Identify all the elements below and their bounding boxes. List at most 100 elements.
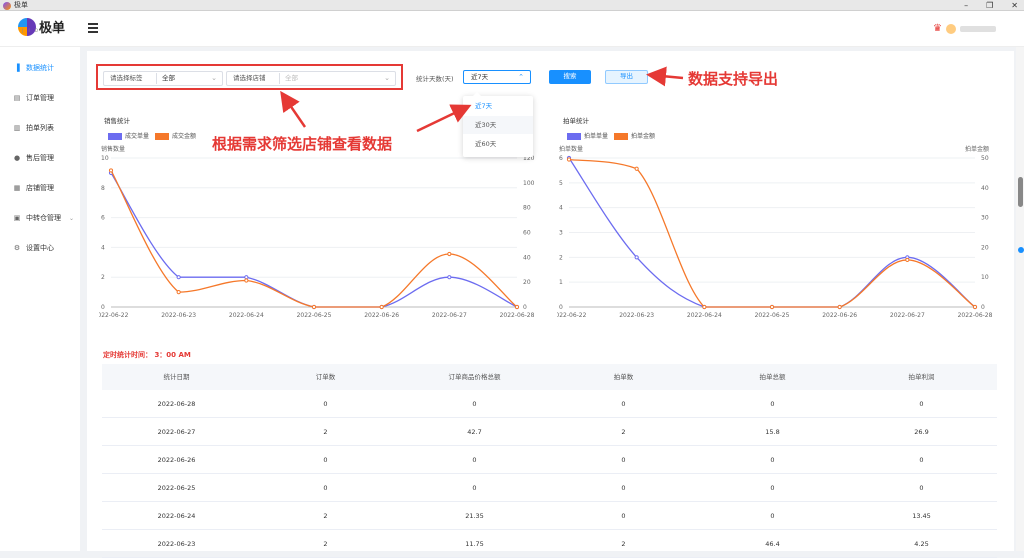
restore-icon[interactable]: ❐ <box>986 0 993 11</box>
table-cell: 2022-06-24 <box>157 512 196 520</box>
legend-item[interactable]: 拍单金额 <box>614 131 655 140</box>
data-point[interactable] <box>311 304 317 310</box>
main-content: 请选择标签 全部 ⌄ 请选择店铺 全部 ⌄ 统计天数(天) 近7天 ⌃ 搜索 导… <box>87 51 1014 558</box>
avatar[interactable] <box>946 23 956 34</box>
data-point[interactable] <box>769 304 775 310</box>
y-tick-label: 10 <box>101 155 109 162</box>
table-row: 2022-06-25 0 0 0 0 0 <box>102 474 997 502</box>
table-cell: 0 <box>323 484 328 492</box>
data-point[interactable] <box>176 275 181 280</box>
list-icon: ▥ <box>13 124 21 132</box>
sidebar-item-shops[interactable]: ▦ 店铺管理 <box>0 173 80 203</box>
table-cell: 0 <box>919 400 924 408</box>
sidebar-item-orders[interactable]: ▤ 订单管理 <box>0 83 80 113</box>
data-point[interactable] <box>566 157 572 162</box>
sales-chart-legend: 成交单量 成交金额 <box>108 131 196 140</box>
x-tick-label: 2022-06-23 <box>619 312 654 319</box>
y-tick-label: 2 <box>559 254 563 261</box>
data-point[interactable] <box>108 168 114 173</box>
y-tick-label: 6 <box>101 215 105 222</box>
y-tick-label: 6 <box>559 155 563 162</box>
y2-tick-label: 50 <box>981 155 989 162</box>
data-point[interactable] <box>634 255 639 260</box>
sidebar-item-settings[interactable]: ⚙ 设置中心 <box>0 233 80 263</box>
data-point[interactable] <box>514 304 520 310</box>
window-titlebar: 极单 – ❐ ✕ <box>0 0 1024 11</box>
close-icon[interactable]: ✕ <box>1011 0 1018 11</box>
data-point[interactable] <box>379 304 384 310</box>
stats-table: 统计日期 订单数 订单商品价格总额 拍单数 拍单总额 拍单利润 2022-06-28 0 0 0… <box>102 364 997 558</box>
arrow-to-export <box>646 66 684 87</box>
data-point[interactable] <box>972 304 978 310</box>
tag-select-label: 请选择标签 <box>110 74 143 82</box>
table-cell: 42.7 <box>467 428 482 436</box>
y-tick-label: 1 <box>559 279 563 286</box>
table-cell: 2 <box>621 540 626 548</box>
y2-tick-label: 40 <box>981 185 989 192</box>
logo-subtext: J I D A N <box>22 28 57 33</box>
table-row: 2022-06-23 2 11.75 2 46.4 4.25 <box>102 530 997 558</box>
sidebar-item-warehouse[interactable]: ▣ 中转仓管理 ⌄ <box>0 203 80 233</box>
scrollbar-thumb[interactable] <box>1018 177 1023 207</box>
page-scrollbar[interactable] <box>1016 47 1024 551</box>
data-point[interactable] <box>244 275 249 280</box>
legend-item[interactable]: 成交金额 <box>155 131 196 140</box>
scroll-knob[interactable] <box>1018 247 1024 253</box>
table-cell: 11.75 <box>465 540 484 548</box>
warehouse-icon: ▣ <box>13 214 21 222</box>
minimize-icon[interactable]: – <box>964 0 968 11</box>
sidebar-item-label: 售后管理 <box>26 154 54 162</box>
x-tick-label: 2022-06-24 <box>229 312 264 319</box>
days-option-7[interactable]: 近7天 <box>463 97 533 115</box>
tag-select[interactable]: 请选择标签 全部 ⌄ <box>103 71 223 86</box>
data-point[interactable] <box>447 275 452 280</box>
data-point[interactable] <box>447 251 452 257</box>
brand-logo[interactable]: 极单 <box>18 17 65 36</box>
table-cell: 0 <box>919 456 924 464</box>
sidebar-item-data-stats[interactable]: ▐ 数据统计 <box>0 53 80 83</box>
data-point[interactable] <box>905 257 910 263</box>
y-axis-label: 拍单数量 <box>559 145 583 153</box>
app-logo-icon <box>3 2 11 10</box>
x-tick-label: 2022-06-25 <box>755 312 790 319</box>
search-button[interactable]: 搜索 <box>549 70 591 84</box>
table-row: 2022-06-24 2 21.35 0 0 13.45 <box>102 502 997 530</box>
table-cell: 0 <box>919 484 924 492</box>
x-tick-label: 2022-06-26 <box>822 312 857 319</box>
annotation-export-note: 数据支持导出 <box>688 70 779 88</box>
data-point[interactable] <box>244 278 249 283</box>
data-point[interactable] <box>837 304 842 310</box>
data-point[interactable] <box>176 290 181 295</box>
series-line-1 <box>568 158 976 308</box>
y2-tick-label: 10 <box>981 274 989 281</box>
shop-select-placeholder: 全部 <box>285 74 298 82</box>
crown-icon: ♛ <box>933 23 942 34</box>
days-select[interactable]: 近7天 ⌃ <box>463 70 531 84</box>
shop-select[interactable]: 请选择店铺 全部 ⌄ <box>226 71 396 86</box>
app-header: 极单 J I D A N ♛ <box>0 11 1024 47</box>
table-cell: 0 <box>323 400 328 408</box>
days-option-30[interactable]: 近30天 <box>463 116 533 134</box>
sidebar-item-purchase-list[interactable]: ▥ 拍单列表 <box>0 113 80 143</box>
days-dropdown: 近7天 近30天 近60天 <box>463 92 533 157</box>
export-button[interactable]: 导出 <box>605 70 648 84</box>
x-tick-label: 2022-06-25 <box>297 312 332 319</box>
table-cell: 0 <box>621 456 626 464</box>
user-menu[interactable]: ♛ <box>933 23 996 34</box>
filter-highlight-box: 请选择标签 全部 ⌄ 请选择店铺 全部 ⌄ <box>96 64 403 90</box>
table-cell: 0 <box>472 484 477 492</box>
sales-chart: 销售数量10864201201008060402002022-06-222022… <box>99 145 535 319</box>
column-header: 订单商品价格总额 <box>448 373 501 381</box>
data-point[interactable] <box>702 304 707 310</box>
sidebar-item-after-sales[interactable]: ● 售后管理 <box>0 143 80 173</box>
table-cell: 0 <box>472 456 477 464</box>
user-icon: ● <box>13 154 21 162</box>
days-option-60[interactable]: 近60天 <box>463 135 533 153</box>
data-point[interactable] <box>634 166 639 171</box>
legend-item[interactable]: 成交单量 <box>108 131 149 140</box>
x-tick-label: 2022-06-27 <box>432 312 467 319</box>
table-cell: 0 <box>472 400 477 408</box>
menu-toggle-icon[interactable] <box>88 23 98 33</box>
legend-item[interactable]: 拍单单量 <box>567 131 608 140</box>
column-header: 拍单总额 <box>759 373 786 381</box>
